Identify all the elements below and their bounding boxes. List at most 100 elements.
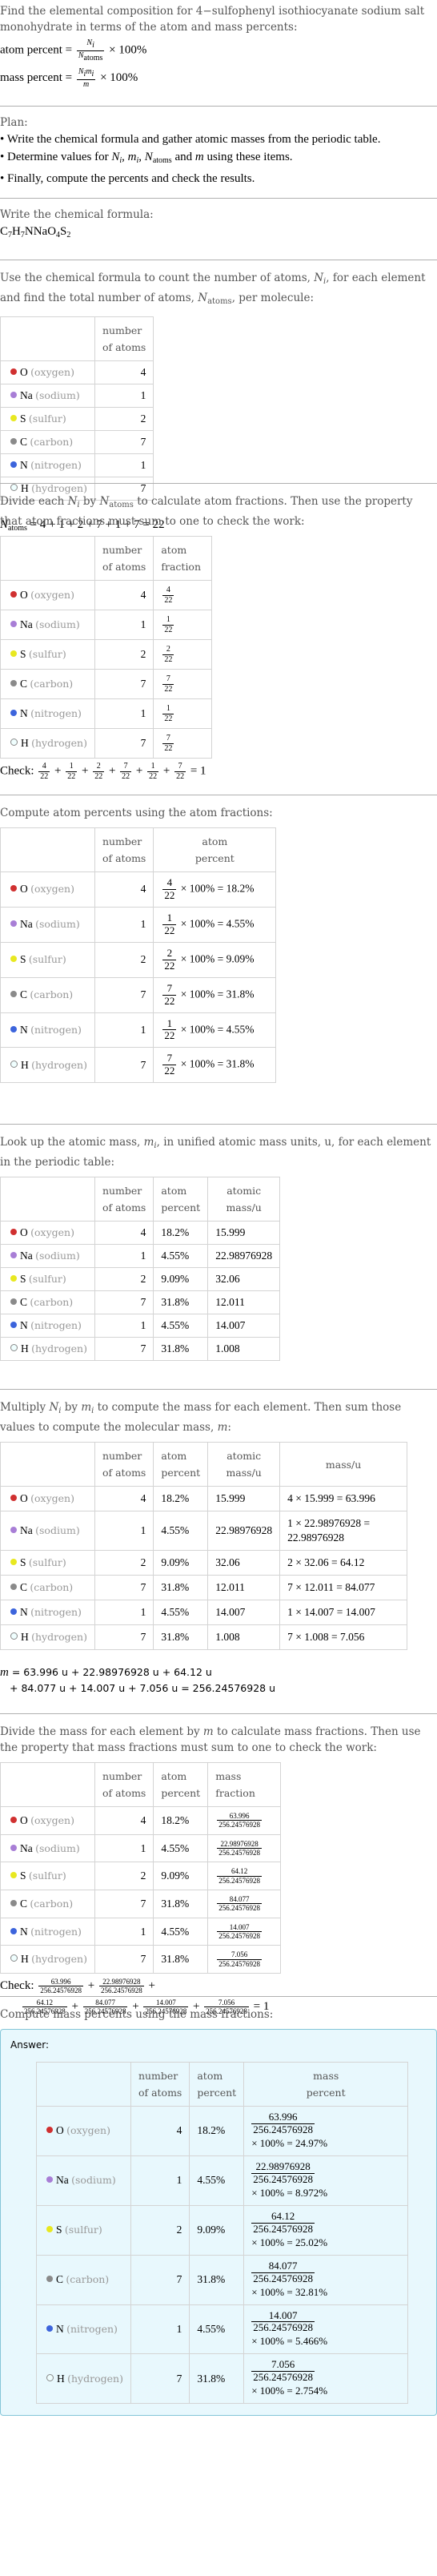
- element-color-dot-icon: [10, 1844, 17, 1851]
- col-atomic-mass: atomic mass/u: [207, 1442, 281, 1487]
- mass-calc-cell: 7 × 12.011 = 84.077: [279, 1575, 408, 1600]
- fraction: 64.12 256.24576928: [217, 1867, 262, 1885]
- table-row: C (carbon) 7 31.8% 84.077 256.24576928: [0, 1890, 282, 1918]
- fraction: 4 22: [162, 586, 174, 605]
- table-row: S (sulfur) 2 9.09% 32.06: [0, 1267, 281, 1291]
- element-cell: N (nitrogen): [0, 1012, 95, 1049]
- element-color-dot-icon: [46, 2226, 53, 2233]
- element-color-dot-icon: [10, 885, 17, 892]
- element-cell: S (sulfur): [0, 1267, 95, 1291]
- formula-element: C: [0, 225, 9, 238]
- table-row: O (oxygen) 4 4 22: [0, 580, 213, 610]
- fraction: 7 22: [162, 1052, 177, 1077]
- mass-percent-table: number of atoms atom percent mass percent O…: [36, 2062, 409, 2405]
- atom-count-cell: 1: [94, 1314, 154, 1338]
- table-row: N (nitrogen) 1 1 22 × 100% = 4.55%: [0, 1012, 277, 1049]
- element-cell: O (oxygen): [0, 871, 95, 908]
- atom-count-cell: 7: [94, 669, 154, 699]
- element-symbol: Na: [20, 918, 33, 931]
- mass-fraction-cell: 63.996 256.24576928: [207, 1806, 282, 1835]
- atom-percent-cell: 7 22 × 100% = 31.8%: [153, 976, 277, 1013]
- atom-count-cell: 2: [94, 941, 154, 978]
- element-cell: S (sulfur): [0, 407, 95, 431]
- atomic-mass-intro: Look up the atomic mass, mi, in unified …: [0, 1136, 431, 1169]
- table-row: O (oxygen) 4 18.2% 63.996 256.24576928: [0, 1806, 282, 1835]
- table-row: N (nitrogen) 1 4.55% 14.007 256.24576928 × 10…: [36, 2304, 409, 2355]
- element-name: (sulfur): [28, 1870, 66, 1882]
- atom-fraction-cell: 2 22: [153, 639, 213, 670]
- element-symbol: O: [20, 1492, 28, 1504]
- element-name: (carbon): [30, 1296, 74, 1308]
- table-row: O (oxygen) 4: [0, 360, 154, 384]
- element-cell: H (hydrogen): [0, 1047, 95, 1084]
- atom-count-cell: 1: [94, 384, 154, 408]
- atom-percent-cell: 31.8%: [153, 1890, 209, 1918]
- fraction: 7 22: [120, 762, 132, 781]
- table-row: N (nitrogen) 1 4.55% 14.007 256.24576928: [0, 1917, 282, 1946]
- atom-percent-cell: 31.8%: [153, 1575, 209, 1600]
- element-name: (oxygen): [30, 1492, 74, 1504]
- atom-count-cell: 1: [94, 1600, 154, 1625]
- table-row: O (oxygen) 4 4 22 × 100% = 18.2%: [0, 871, 277, 908]
- table-row: Na (sodium) 1: [0, 384, 154, 408]
- atom-count-cell: 4: [94, 1486, 154, 1511]
- element-symbol: C: [20, 1581, 28, 1593]
- table-row: S (sulfur) 2 9.09% 64.12 256.24576928: [0, 1862, 282, 1891]
- mass-percent-cell: 63.996 256.24576928 × 100% = 24.97%: [243, 2106, 409, 2156]
- table-row: Na (sodium) 1 1 22 × 100% = 4.55%: [0, 906, 277, 943]
- element-color-dot-icon: [46, 2373, 54, 2381]
- col-mass-fraction: mass fraction: [207, 1762, 282, 1807]
- atom-count-cell: 1: [94, 1244, 154, 1268]
- element-name: (sulfur): [28, 1556, 66, 1568]
- atom-percent-cell: 18.2%: [153, 1806, 209, 1835]
- element-color-dot-icon: [10, 368, 17, 375]
- element-color-dot-icon: [10, 1632, 18, 1640]
- element-color-dot-icon: [10, 1275, 17, 1282]
- element-symbol: O: [20, 589, 28, 601]
- element-symbol: N: [20, 1925, 28, 1938]
- element-name: (nitrogen): [30, 1023, 82, 1036]
- atom-count-cell: 1: [130, 2304, 190, 2355]
- chemical-formula: C7H7NNaO4S2: [0, 223, 437, 244]
- atom-fraction-cell: 1 22: [153, 698, 213, 729]
- fraction: 7 22: [174, 762, 186, 781]
- atom-percent-cell: 9.09%: [189, 2204, 245, 2256]
- element-name: (sodium): [35, 1250, 80, 1262]
- element-symbol: N: [20, 459, 28, 471]
- fraction: 63.996 256.24576928: [217, 1812, 262, 1829]
- atom-count-cell: 7: [94, 1337, 154, 1361]
- element-cell: Na (sodium): [0, 610, 95, 640]
- col-number-of-atoms: number of atoms: [94, 1442, 154, 1487]
- mass-fraction-cell: 14.007 256.24576928: [207, 1917, 282, 1946]
- col-number-of-atoms: number of atoms: [94, 1762, 154, 1807]
- element-symbol: N: [20, 1023, 28, 1036]
- atom-count-cell: 1: [94, 1012, 154, 1049]
- mass-percent-formula: mass percent = Nimi m × 100%: [0, 67, 138, 89]
- atom-count-cell: 2: [130, 2204, 190, 2256]
- element-name: (carbon): [66, 2273, 110, 2286]
- atom-percent-lhs: atom percent =: [0, 43, 73, 57]
- table-row: S (sulfur) 2 2 22: [0, 639, 213, 670]
- mass-fraction-cell: 64.12 256.24576928: [207, 1862, 282, 1891]
- element-name: (sodium): [35, 389, 80, 401]
- element-cell: O (oxygen): [0, 580, 95, 610]
- element-color-dot-icon: [10, 461, 17, 468]
- molecular-mass-section: Multiply Ni by mi to compute the mass fo…: [0, 1390, 437, 1713]
- atomic-mass-cell: 15.999: [207, 1486, 281, 1511]
- atomic-mass-cell: 12.011: [207, 1575, 281, 1600]
- element-cell: O (oxygen): [36, 2106, 131, 2156]
- element-symbol: N: [20, 1319, 28, 1331]
- element-color-dot-icon: [10, 991, 17, 998]
- fraction: 2 22: [162, 946, 177, 972]
- table-row: O (oxygen) 4 18.2% 15.999: [0, 1221, 281, 1245]
- molecular-mass-table: number of atoms atom percent atomic mass/u …: [0, 1442, 408, 1650]
- element-name: (nitrogen): [30, 1606, 82, 1618]
- atom-percent-cell: 1 22 × 100% = 4.55%: [153, 906, 277, 943]
- element-cell: Na (sodium): [0, 1511, 95, 1551]
- plan-item: • Determine values for Ni, mi, Natoms an…: [0, 151, 293, 165]
- atom-count-table: number of atoms O (oxygen) 4 Na (sodium) 1 S …: [0, 316, 154, 501]
- mass-calc-cell: 4 × 15.999 = 63.996: [279, 1486, 408, 1511]
- col-atom-percent: atom percent: [153, 827, 277, 872]
- fraction: 84.077 256.24576928: [217, 1895, 262, 1913]
- table-row: C (carbon) 7 31.8% 12.011 7 × 12.011 = 84.07…: [0, 1575, 408, 1600]
